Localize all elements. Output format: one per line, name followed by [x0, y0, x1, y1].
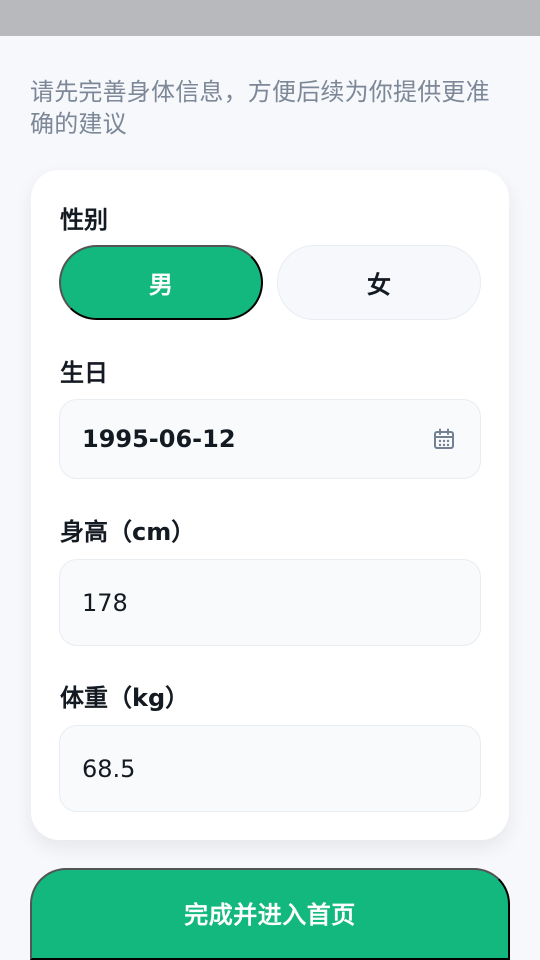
gender-options: 男 女	[59, 245, 481, 320]
height-label: 身高（cm）	[60, 518, 196, 546]
height-value: 178	[82, 588, 128, 617]
birthday-value: 1995-06-12	[82, 425, 236, 453]
female-option-button[interactable]: 女	[277, 245, 481, 320]
male-option-button[interactable]: 男	[59, 245, 263, 320]
profile-instructions: 请先完善身体信息，方便后续为你提供更准确的建议	[30, 78, 490, 138]
weight-label: 体重（kg）	[60, 684, 190, 712]
profile-form-card: 性别 男 女 生日 1995-06-12 身高（cm） 178 体重（kg） 6…	[31, 170, 509, 840]
birthday-field[interactable]: 1995-06-12	[59, 399, 481, 479]
weight-field[interactable]: 68.5	[59, 725, 481, 812]
profile-setup-screen: 请先完善身体信息，方便后续为你提供更准确的建议 性别 男 女 生日 1995-0…	[0, 36, 540, 960]
birthday-label: 生日	[60, 359, 108, 387]
gender-label: 性别	[60, 206, 108, 234]
complete-and-enter-home-button[interactable]: 完成并进入首页	[30, 868, 510, 960]
weight-value: 68.5	[82, 754, 136, 783]
height-field[interactable]: 178	[59, 559, 481, 646]
status-bar	[0, 0, 540, 36]
calendar-icon[interactable]	[433, 428, 455, 450]
